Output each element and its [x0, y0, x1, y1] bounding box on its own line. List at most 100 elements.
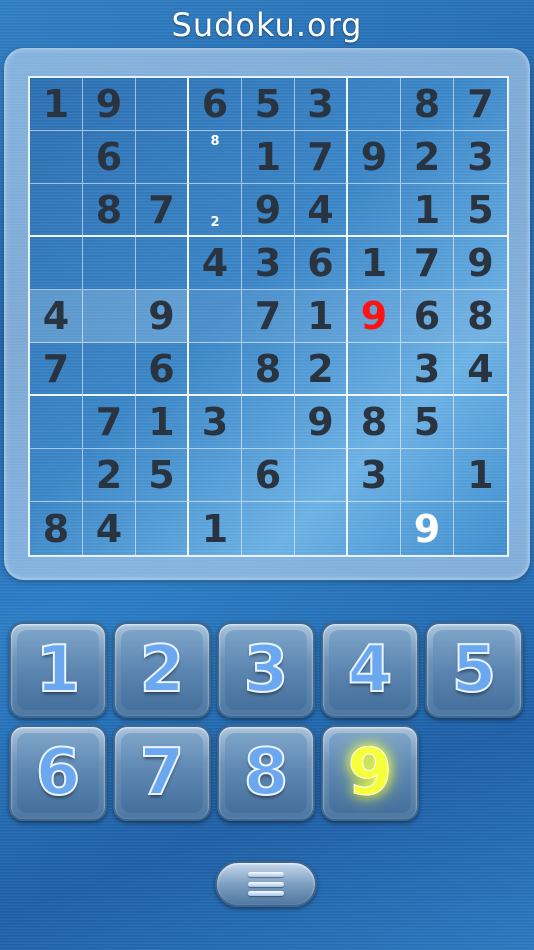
grid-cell[interactable]: 5	[401, 396, 454, 449]
grid-cell[interactable]: 4	[295, 184, 348, 237]
grid-cell[interactable]	[348, 78, 401, 131]
grid-cell[interactable]: 3	[401, 343, 454, 396]
grid-cell[interactable]	[136, 131, 189, 184]
grid-cell[interactable]: 7	[401, 237, 454, 290]
number-key-1[interactable]: 1	[9, 622, 107, 718]
grid-cell[interactable]	[30, 237, 83, 290]
grid-cell[interactable]: 9	[136, 290, 189, 343]
grid-cell[interactable]	[348, 343, 401, 396]
grid-cell[interactable]: 6	[83, 131, 136, 184]
grid-cell[interactable]: 2	[295, 343, 348, 396]
grid-cell[interactable]	[30, 131, 83, 184]
grid-cell[interactable]	[136, 502, 189, 555]
grid-cell[interactable]: 3	[242, 237, 295, 290]
grid-cell[interactable]: 9	[401, 502, 454, 555]
grid-cell[interactable]: 2	[189, 184, 242, 237]
menu-button[interactable]	[215, 861, 317, 907]
cell-value: 1	[467, 453, 494, 497]
number-key-8[interactable]: 8	[217, 725, 315, 821]
grid-cell[interactable]: 4	[30, 290, 83, 343]
grid-cell[interactable]: 7	[242, 290, 295, 343]
grid-cell[interactable]: 7	[295, 131, 348, 184]
grid-cell[interactable]	[348, 184, 401, 237]
grid-cell[interactable]: 1	[136, 396, 189, 449]
grid-cell[interactable]	[136, 78, 189, 131]
number-key-6[interactable]: 6	[9, 725, 107, 821]
grid-cell[interactable]: 2	[401, 131, 454, 184]
grid-cell[interactable]	[83, 343, 136, 396]
grid-cell[interactable]	[295, 449, 348, 502]
grid-cell[interactable]: 6	[242, 449, 295, 502]
number-key-5[interactable]: 5	[425, 622, 523, 718]
grid-cell[interactable]: 9	[348, 290, 401, 343]
grid-cell[interactable]: 5	[242, 78, 295, 131]
grid-cell[interactable]: 9	[242, 184, 295, 237]
grid-cell[interactable]: 6	[136, 343, 189, 396]
cell-value: 5	[467, 187, 494, 232]
grid-cell[interactable]: 7	[454, 78, 507, 131]
grid-cell[interactable]	[454, 502, 507, 555]
grid-cell[interactable]: 8	[30, 502, 83, 555]
grid-cell[interactable]: 8	[242, 343, 295, 396]
grid-cell[interactable]: 9	[348, 131, 401, 184]
cell-value: 7	[307, 135, 334, 179]
grid-cell[interactable]: 6	[295, 237, 348, 290]
grid-cell[interactable]: 1	[30, 78, 83, 131]
grid-cell[interactable]	[454, 396, 507, 449]
grid-cell[interactable]: 1	[242, 131, 295, 184]
grid-cell[interactable]	[83, 237, 136, 290]
grid-cell[interactable]: 6	[401, 290, 454, 343]
grid-cell[interactable]: 9	[83, 78, 136, 131]
number-key-label: 4	[329, 630, 411, 710]
grid-cell[interactable]: 5	[136, 449, 189, 502]
number-key-9[interactable]: 9	[321, 725, 419, 821]
grid-cell[interactable]: 8	[454, 290, 507, 343]
grid-cell[interactable]: 8	[348, 396, 401, 449]
grid-cell[interactable]	[83, 290, 136, 343]
grid-cell[interactable]: 9	[295, 396, 348, 449]
grid-cell[interactable]: 1	[454, 449, 507, 502]
grid-cell[interactable]: 8	[83, 184, 136, 237]
grid-cell[interactable]	[242, 502, 295, 555]
grid-cell[interactable]	[30, 449, 83, 502]
grid-cell[interactable]: 3	[295, 78, 348, 131]
grid-cell[interactable]	[401, 449, 454, 502]
grid-cell[interactable]: 1	[348, 237, 401, 290]
grid-cell[interactable]: 1	[401, 184, 454, 237]
grid-cell[interactable]	[189, 343, 242, 396]
grid-cell[interactable]	[295, 502, 348, 555]
grid-cell[interactable]: 1	[189, 502, 242, 555]
grid-cell[interactable]: 1	[295, 290, 348, 343]
grid-cell[interactable]: 5	[454, 184, 507, 237]
number-key-4[interactable]: 4	[321, 622, 419, 718]
grid-cell[interactable]: 4	[454, 343, 507, 396]
grid-cell[interactable]: 7	[30, 343, 83, 396]
grid-cell[interactable]	[242, 396, 295, 449]
grid-cell[interactable]: 6	[189, 78, 242, 131]
grid-cell[interactable]: 2	[83, 449, 136, 502]
grid-cell[interactable]: 7	[83, 396, 136, 449]
grid-cell[interactable]: 3	[454, 131, 507, 184]
grid-cell[interactable]	[189, 290, 242, 343]
grid-cell[interactable]: 3	[348, 449, 401, 502]
number-key-2[interactable]: 2	[113, 622, 211, 718]
grid-cell[interactable]	[30, 396, 83, 449]
grid-cell[interactable]	[136, 237, 189, 290]
grid-cell[interactable]: 4	[189, 237, 242, 290]
cell-value: 8	[95, 187, 123, 232]
grid-cell[interactable]	[189, 449, 242, 502]
grid-cell[interactable]: 7	[136, 184, 189, 237]
grid-cell[interactable]	[348, 502, 401, 555]
number-key-3[interactable]: 3	[217, 622, 315, 718]
cell-value: 3	[254, 241, 282, 285]
grid-cell[interactable]: 8	[189, 131, 242, 184]
cell-value: 7	[254, 294, 282, 338]
cell-value: 9	[413, 506, 441, 551]
number-key-7[interactable]: 7	[113, 725, 211, 821]
grid-cell[interactable]: 8	[401, 78, 454, 131]
grid-cell[interactable]: 3	[189, 396, 242, 449]
grid-cell[interactable]: 9	[454, 237, 507, 290]
grid-cell[interactable]	[30, 184, 83, 237]
grid-cell[interactable]: 4	[83, 502, 136, 555]
cell-value: 1	[148, 400, 175, 444]
